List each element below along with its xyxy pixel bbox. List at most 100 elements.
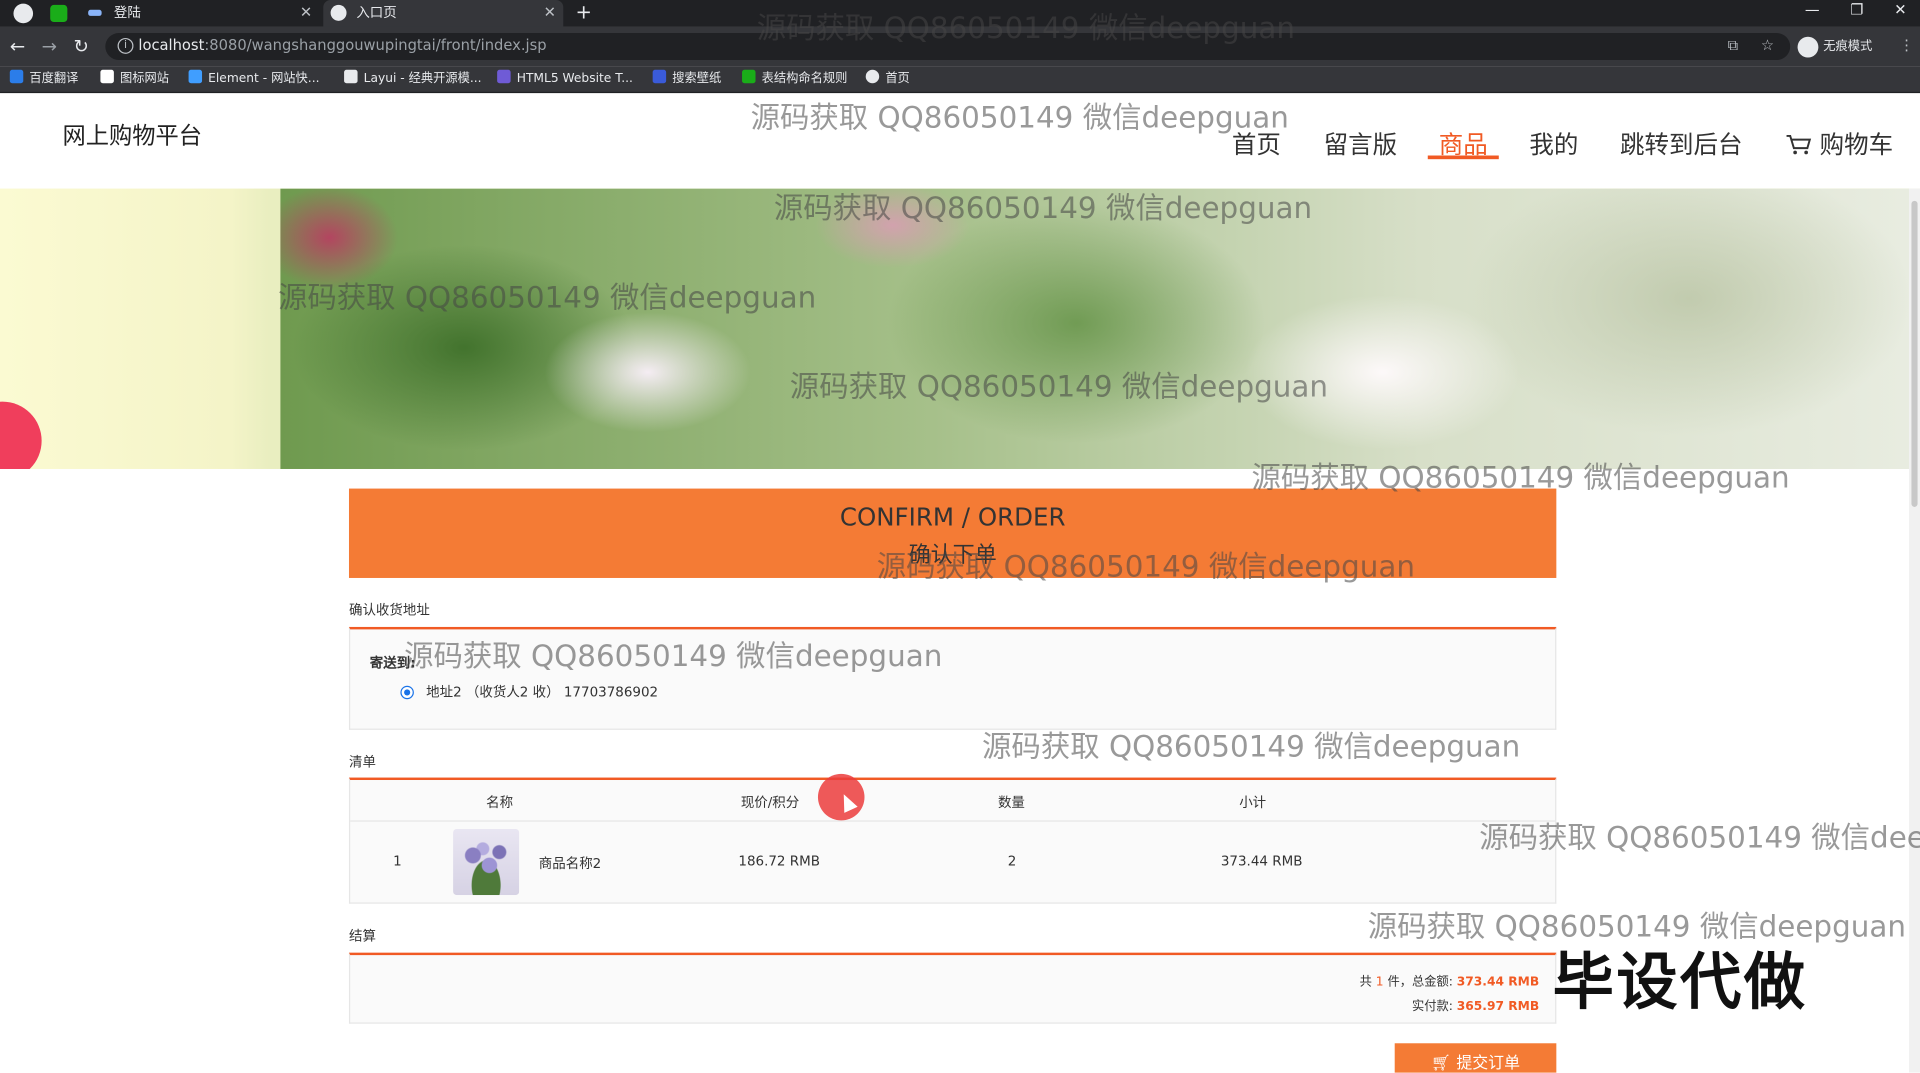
cart-icon: 🛒︎ [1431, 1054, 1452, 1073]
column-header-quantity: 数量 [997, 794, 1025, 811]
bookmarks-bar: 百度翻译 图标网站 Element - 网站快... Layui - 经典开源模… [0, 66, 1920, 94]
site-title: 网上购物平台 [62, 122, 203, 150]
close-icon[interactable]: ✕ [544, 0, 556, 26]
column-header-name: 名称 [486, 794, 514, 811]
bookmark-label: Element - 网站快... [208, 72, 320, 86]
paid-summary: 实付款: 365.97 RMB [1411, 996, 1540, 1014]
address-option-text[interactable]: 地址2 （收货人2 收） 17703786902 [426, 682, 658, 702]
product-subtotal: 373.44 RMB [1220, 853, 1303, 870]
url-host: localhost [138, 36, 205, 54]
banner-image [280, 188, 1909, 469]
bookmark-icon [100, 69, 114, 84]
banner-decoration [0, 401, 42, 469]
column-header-price: 现价/积分 [740, 794, 800, 811]
translate-icon[interactable]: ⧉ [1728, 37, 1739, 55]
tab-entry-page[interactable]: 入口页 ✕ [323, 0, 564, 27]
product-name[interactable]: 商品名称2 [539, 853, 601, 873]
pinned-tab-icon[interactable] [50, 4, 68, 23]
incognito-profile-button[interactable]: 无痕模式 [1797, 36, 1873, 57]
summary-prefix: 共 [1359, 975, 1372, 990]
order-header: CONFIRM / ORDER 确认下单 [348, 488, 1557, 578]
paid-amount: 365.97 RMB [1456, 1000, 1540, 1014]
bookmark-label: 搜索壁纸 [672, 72, 722, 86]
order-header-title-zh: 确认下单 [908, 542, 997, 569]
site-info-icon[interactable]: i [117, 37, 134, 54]
product-price: 186.72 RMB [738, 853, 821, 870]
bookmark-element[interactable]: Element - 网站快... [188, 66, 320, 92]
bookmark-icon [652, 69, 667, 84]
bookmark-layui[interactable]: Layui - 经典开源模... [344, 66, 482, 92]
bookmark-home[interactable]: 首页 [865, 66, 910, 92]
summary-total-label: 件，总金额: [1387, 975, 1453, 990]
hero-banner [0, 188, 1920, 469]
bookmark-icon [497, 69, 511, 84]
total-amount: 373.44 RMB [1456, 975, 1540, 990]
tab-favicon-icon [88, 9, 102, 16]
tab-login[interactable]: 登陆 ✕ [81, 0, 320, 27]
settlement-box: 共 1 件，总金额: 373.44 RMB 实付款: 365.97 RMB [348, 952, 1557, 1024]
browser-menu-icon[interactable] [13, 3, 34, 24]
profile-label: 无痕模式 [1823, 40, 1873, 54]
bookmark-icon [9, 69, 24, 84]
nav-cart[interactable]: 购物车 [1785, 125, 1893, 161]
url-path: :8080/wangshanggouwupingtai/front/index.… [204, 36, 547, 54]
close-icon[interactable]: ✕ [300, 0, 312, 26]
product-thumbnail[interactable] [453, 828, 520, 896]
address-radio[interactable] [400, 685, 414, 700]
table-header-divider [350, 820, 1556, 822]
column-header-subtotal: 小计 [1239, 794, 1267, 811]
nav-mine[interactable]: 我的 [1529, 125, 1578, 161]
bookmark-icon [865, 69, 880, 84]
nav-cart-label: 购物车 [1819, 129, 1894, 160]
address-section-label: 确认收货地址 [348, 602, 430, 619]
incognito-icon [1797, 36, 1819, 57]
close-window-button[interactable]: ✕ [1894, 0, 1906, 20]
nav-guestbook[interactable]: 留言版 [1324, 125, 1397, 161]
bookmark-label: 图标网站 [120, 72, 169, 86]
cart-icon [1786, 134, 1812, 155]
address-box: 寄送到: 地址2 （收货人2 收） 17703786902 [348, 626, 1557, 730]
paid-label: 实付款: [1411, 1000, 1453, 1014]
bookmark-label: 首页 [885, 72, 910, 86]
nav-home[interactable]: 首页 [1232, 125, 1281, 161]
nav-admin[interactable]: 跳转到后台 [1620, 125, 1742, 161]
address-bar[interactable]: i localhost:8080/wangshanggouwupingtai/f… [105, 33, 1791, 61]
screen: 登陆 ✕ 入口页 ✕ + — ❐ ✕ ← → ↻ i localhost:808… [0, 0, 1920, 1073]
item-count: 1 [1375, 975, 1384, 990]
tab-label: 登陆 [113, 4, 141, 21]
back-button[interactable]: ← [10, 33, 25, 60]
bookmark-baidu-translate[interactable]: 百度翻译 [9, 66, 79, 92]
bookmark-wallpaper[interactable]: 搜索壁纸 [652, 66, 722, 92]
bookmark-icon [188, 69, 203, 84]
order-header-title-en: CONFIRM / ORDER [839, 502, 1066, 532]
bookmark-html5-template[interactable]: HTML5 Website T... [497, 66, 633, 92]
tab-favicon-icon [330, 4, 347, 21]
page-scrollbar[interactable] [1908, 188, 1920, 1073]
more-menu-icon[interactable]: ⋮ [1899, 37, 1914, 54]
watermark: 源码获取 QQ86050149 微信deepguan [750, 100, 1289, 135]
forward-button[interactable]: → [42, 33, 57, 60]
settle-section-label: 结算 [348, 928, 376, 945]
browser-toolbar: ← → ↻ i localhost:8080/wangshanggouwupin… [0, 26, 1920, 67]
tab-label: 入口页 [356, 4, 397, 21]
list-section-label: 清单 [348, 754, 376, 771]
bookmark-label: HTML5 Website T... [516, 72, 633, 86]
row-index: 1 [393, 853, 402, 870]
total-summary: 共 1 件，总金额: 373.44 RMB [1360, 971, 1540, 989]
new-tab-button[interactable]: + [576, 0, 592, 24]
bookmark-star-icon[interactable]: ☆ [1761, 37, 1774, 54]
restore-button[interactable]: ❐ [1850, 0, 1863, 20]
submit-order-button[interactable]: 🛒︎ 提交订单 [1394, 1043, 1557, 1073]
bookmark-naming-rules[interactable]: 表结构命名规则 [742, 66, 847, 92]
item-list-table: 名称 现价/积分 数量 小计 1 商品名称2 186.72 RMB 2 373.… [348, 777, 1557, 904]
browser-tab-bar: 登陆 ✕ 入口页 ✕ + — ❐ ✕ [0, 0, 1920, 27]
product-quantity: 2 [1007, 853, 1017, 870]
reload-button[interactable]: ↻ [73, 33, 88, 60]
scrollbar-thumb[interactable] [1911, 200, 1918, 507]
url-text[interactable]: localhost:8080/wangshanggouwupingtai/fro… [138, 37, 546, 54]
minimize-button[interactable]: — [1805, 0, 1820, 20]
bookmark-icon-site[interactable]: 图标网站 [100, 66, 169, 92]
promo-watermark: 毕设代做 [1552, 946, 1808, 1018]
bookmark-label: 表结构命名规则 [761, 72, 848, 86]
bookmark-icon [742, 69, 756, 84]
